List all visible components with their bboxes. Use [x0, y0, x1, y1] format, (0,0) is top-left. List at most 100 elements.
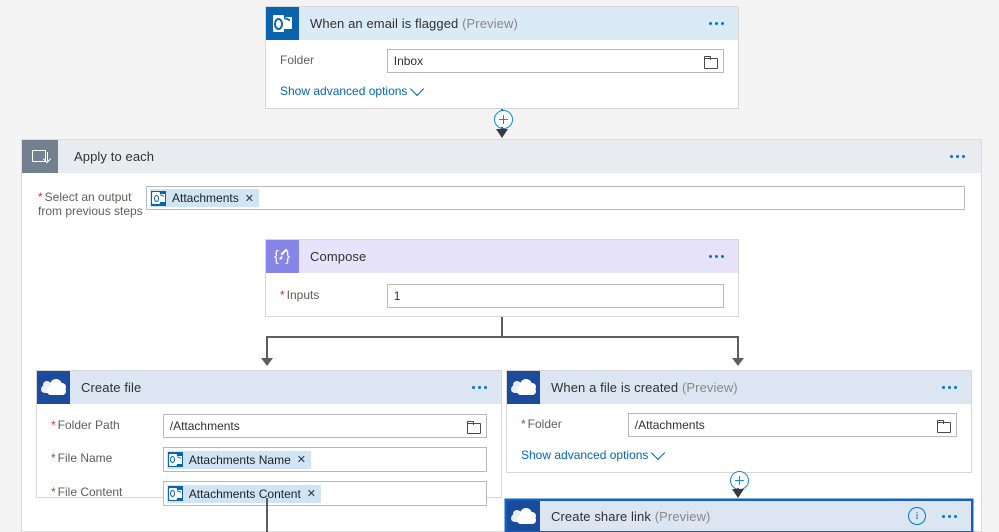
- card-when-an-email-is-flagged[interactable]: When an email is flagged (Preview) Folde…: [265, 6, 739, 109]
- preview-tag: (Preview): [462, 16, 518, 31]
- required-marker: *: [38, 190, 43, 204]
- connector-arrow-icon: [732, 489, 744, 498]
- card-header[interactable]: When an email is flagged (Preview): [266, 7, 738, 40]
- field-file-content: * File Content Attachments Content ✕: [51, 481, 487, 506]
- card-body: Folder Inbox Show advanced options: [266, 40, 738, 110]
- card-header[interactable]: Create file: [37, 371, 501, 404]
- field-folder: * Folder /Attachments: [521, 413, 957, 437]
- loop-header[interactable]: Apply to each: [22, 140, 981, 173]
- field-label: * Folder Path: [51, 418, 120, 432]
- folder-picker-icon[interactable]: [937, 419, 951, 433]
- more-options-icon[interactable]: [695, 240, 738, 273]
- inputs-value: 1: [393, 289, 401, 303]
- folder-picker-icon[interactable]: [467, 420, 481, 434]
- remove-token-icon[interactable]: ✕: [307, 487, 316, 500]
- token-label: Attachments: [172, 191, 239, 205]
- card-title-wrap: Create share link (Preview): [540, 501, 908, 531]
- folder-input-value: Inbox: [393, 54, 424, 68]
- remove-token-icon[interactable]: ✕: [297, 453, 306, 466]
- required-marker: *: [51, 451, 56, 465]
- card-title-wrap: Compose: [299, 240, 695, 273]
- card-title: Create share link (Preview): [551, 508, 711, 524]
- inputs-input[interactable]: 1: [386, 284, 724, 308]
- more-options-icon[interactable]: [934, 140, 981, 173]
- file-name-input[interactable]: Attachments Name ✕: [162, 447, 487, 472]
- more-options-icon[interactable]: [928, 371, 971, 404]
- connector-arrow-icon: [496, 129, 508, 138]
- token-label: Attachments Name: [188, 452, 291, 467]
- required-marker: *: [280, 288, 285, 302]
- folder-input[interactable]: /Attachments: [627, 413, 957, 437]
- card-title-wrap: When a file is created (Preview): [540, 371, 928, 404]
- folder-picker-icon[interactable]: [704, 55, 718, 69]
- required-marker: *: [51, 418, 56, 432]
- show-advanced-options-link[interactable]: Show advanced options: [521, 445, 957, 462]
- card-create-share-link[interactable]: Create share link (Preview) i: [506, 500, 972, 532]
- connector-line: [501, 317, 503, 337]
- show-advanced-options-label: Show advanced options: [280, 84, 408, 98]
- flow-designer-canvas: When an email is flagged (Preview) Folde…: [0, 0, 999, 532]
- field-label: * File Content: [51, 485, 123, 499]
- select-output-input[interactable]: Attachments ✕: [146, 186, 965, 210]
- card-body: * Inputs 1: [266, 273, 738, 320]
- more-options-icon[interactable]: [458, 371, 501, 404]
- connector-line: [266, 336, 739, 338]
- remove-token-icon[interactable]: ✕: [245, 192, 254, 205]
- field-file-name: * File Name Attachments Name ✕: [51, 447, 487, 472]
- token-chip[interactable]: Attachments Content ✕: [166, 484, 322, 503]
- field-label: * Folder: [521, 417, 562, 431]
- file-content-input[interactable]: Attachments Content ✕: [162, 481, 487, 506]
- onedrive-icon: [37, 371, 70, 404]
- show-advanced-options-link[interactable]: Show advanced options: [280, 81, 724, 98]
- card-body: * Folder /Attachments Show advanced optio…: [507, 404, 971, 474]
- field-folder: Folder Inbox: [280, 49, 724, 73]
- outlook-icon: [151, 190, 166, 206]
- chevron-down-icon: [651, 445, 666, 461]
- more-options-icon[interactable]: [928, 514, 971, 518]
- token-chip[interactable]: Attachments Name ✕: [166, 450, 311, 469]
- outlook-icon: [266, 7, 299, 40]
- field-label: * Select an output from previous steps: [38, 190, 143, 218]
- info-icon[interactable]: i: [908, 507, 926, 525]
- field-folder-path: * Folder Path /Attachments: [51, 414, 487, 438]
- card-header[interactable]: When a file is created (Preview): [507, 371, 971, 404]
- show-advanced-options-label: Show advanced options: [521, 448, 649, 462]
- more-options-icon[interactable]: [695, 7, 738, 40]
- loop-title-wrap: Apply to each: [58, 140, 934, 173]
- loop-title: Apply to each: [74, 149, 155, 164]
- card-header[interactable]: { } Compose: [266, 240, 738, 273]
- required-marker: *: [51, 485, 56, 499]
- preview-tag: (Preview): [654, 508, 711, 524]
- card-title: When a file is created (Preview): [551, 380, 738, 395]
- card-title: When an email is flagged (Preview): [310, 16, 518, 31]
- onedrive-icon: [507, 371, 540, 404]
- insert-step-plus-icon[interactable]: [494, 110, 513, 129]
- field-label: Folder: [280, 53, 315, 67]
- card-header-actions: i: [908, 501, 971, 531]
- connector-arrow-icon: [261, 358, 273, 366]
- token-label: Attachments Content: [188, 486, 301, 501]
- folder-input-value: /Attachments: [634, 418, 705, 432]
- card-title-wrap: When an email is flagged (Preview): [299, 7, 695, 40]
- chevron-down-icon: [410, 81, 425, 97]
- required-marker: *: [521, 417, 526, 431]
- card-compose[interactable]: { } Compose * Inputs 1: [265, 239, 739, 317]
- card-title-wrap: Create file: [70, 371, 458, 404]
- outlook-icon: [167, 486, 183, 501]
- outlook-icon: [167, 452, 183, 467]
- connector-arrow-icon: [732, 358, 744, 366]
- connector-line: [266, 498, 268, 532]
- folder-path-value: /Attachments: [169, 419, 240, 433]
- folder-path-input[interactable]: /Attachments: [162, 414, 487, 438]
- insert-step-plus-icon[interactable]: [730, 471, 749, 490]
- folder-input[interactable]: Inbox: [386, 49, 724, 73]
- card-header[interactable]: Create share link (Preview) i: [507, 501, 971, 531]
- card-title: Create file: [81, 380, 142, 395]
- card-when-a-file-is-created[interactable]: When a file is created (Preview) * Folder…: [506, 370, 972, 473]
- onedrive-icon: [507, 501, 540, 531]
- token-chip[interactable]: Attachments ✕: [150, 189, 259, 207]
- field-select-output: * Select an output from previous steps At…: [38, 186, 965, 218]
- card-create-file[interactable]: Create file * Folder Path /Attachments * F…: [36, 370, 502, 506]
- card-body: * Folder Path /Attachments * File Name A…: [37, 404, 501, 516]
- preview-tag: (Preview): [681, 380, 738, 395]
